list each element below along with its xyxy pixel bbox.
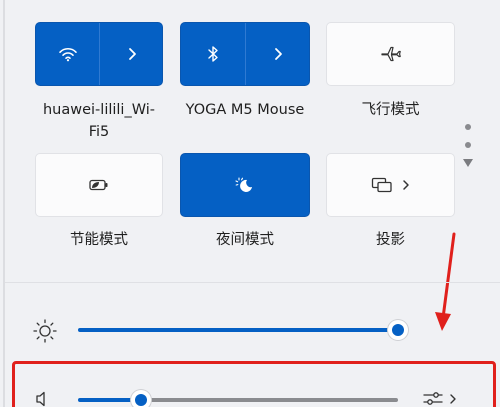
volume-slider-track (141, 398, 398, 402)
audio-output-icon (422, 392, 443, 405)
chevron-right-icon (128, 48, 136, 60)
project-tile[interactable] (326, 153, 455, 217)
scroll-down-arrow[interactable] (463, 159, 473, 167)
quick-settings-panel: huawei-lilili_Wi- Fi5 YOGA M5 Mouse 飞行模式 (0, 0, 500, 407)
wifi-icon (58, 48, 77, 62)
volume-slider-thumb[interactable] (131, 390, 151, 407)
brightness-slider-fill (78, 328, 398, 332)
page-indicator-dot[interactable] (465, 142, 471, 148)
wifi-toggle[interactable] (36, 23, 99, 85)
brightness-slider[interactable] (78, 320, 408, 340)
brightness-icon-wrap (31, 317, 59, 345)
page-indicator-dot[interactable] (465, 124, 471, 130)
wifi-tile-label: huawei-lilili_Wi- Fi5 (42, 102, 155, 140)
airplane-mode-label: 飞行模式 (361, 102, 420, 118)
bluetooth-tile[interactable] (180, 22, 310, 86)
section-separator (5, 282, 500, 283)
brightness-slider-thumb[interactable] (388, 320, 408, 340)
night-light-label: 夜间模式 (216, 232, 274, 248)
wifi-expand-button[interactable] (100, 23, 163, 85)
battery-saver-label: 节能模式 (70, 232, 128, 248)
chevron-right-icon (449, 394, 456, 404)
battery-saver-icon (89, 179, 108, 191)
wifi-tile[interactable] (35, 22, 163, 86)
sun-icon (33, 319, 57, 343)
bluetooth-tile-label: YOGA M5 Mouse (185, 102, 305, 118)
airplane-icon (380, 46, 401, 62)
battery-saver-tile[interactable] (35, 153, 163, 217)
chevron-right-icon (275, 48, 282, 60)
audio-output-button[interactable] (418, 389, 460, 407)
bluetooth-expand-button[interactable] (246, 23, 310, 85)
bluetooth-toggle[interactable] (181, 23, 245, 85)
chevron-right-icon[interactable] (401, 178, 411, 192)
panel-left-border (3, 0, 5, 407)
speaker-icon (36, 391, 45, 407)
volume-icon-wrap[interactable] (33, 389, 53, 407)
volume-slider[interactable] (78, 390, 408, 407)
airplane-mode-tile[interactable] (326, 22, 455, 86)
bluetooth-icon (208, 46, 218, 62)
night-light-tile[interactable] (180, 153, 310, 217)
project-icon (371, 177, 392, 193)
night-light-icon (235, 177, 252, 192)
